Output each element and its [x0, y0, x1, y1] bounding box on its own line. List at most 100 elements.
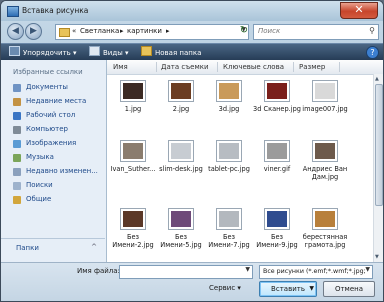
file-item[interactable]: Без Имени-2.jpg	[107, 206, 159, 262]
breadcrumb-separator[interactable]: ▸	[166, 27, 170, 35]
breadcrumb-overflow[interactable]: «	[72, 27, 76, 35]
column-size[interactable]: Размер	[299, 63, 325, 71]
column-divider[interactable]	[293, 62, 294, 72]
breadcrumb-separator[interactable]: ▸	[120, 27, 124, 35]
organize-icon	[9, 46, 20, 56]
file-item[interactable]: Без Имени-9.jpg	[251, 206, 303, 262]
filename-input[interactable]: ▼	[119, 265, 253, 279]
back-button[interactable]: ◀	[7, 23, 24, 40]
insert-button[interactable]: Вставить ▼	[259, 281, 317, 297]
column-name[interactable]: Имя	[113, 63, 128, 71]
column-header-row: Имя Дата съемки Ключевые слова Размер	[107, 60, 383, 75]
filetype-value: Все рисунки (*.emf;*.wmf;*.jpg;	[263, 268, 366, 275]
file-name: viner.gif	[263, 165, 291, 173]
chevron-down-icon: ▾	[237, 284, 241, 292]
column-keywords[interactable]: Ключевые слова	[223, 63, 284, 71]
sidebar-item-recent-places[interactable]: Недавние места	[1, 96, 105, 108]
sidebar-item-label: Музыка	[26, 153, 54, 161]
file-item[interactable]: slim-desk.jpg	[155, 138, 207, 198]
file-name: 3d.jpg	[218, 105, 240, 113]
file-item[interactable]: 2.jpg	[155, 78, 207, 138]
file-item[interactable]: Без Имени-5.jpg	[155, 206, 207, 262]
recently-changed-icon	[13, 168, 21, 176]
thumbnail-picture	[219, 211, 239, 227]
address-bar[interactable]: « Светланка ▸ картинки ▸ ▼	[55, 24, 249, 40]
filetype-select[interactable]: Все рисунки (*.emf;*.wmf;*.jpg; ▼	[259, 265, 373, 279]
tools-menu-button[interactable]: Сервис ▾	[209, 284, 241, 292]
sidebar-item-pictures[interactable]: Изображения	[1, 138, 105, 150]
favorites-header: Избранные ссылки	[13, 68, 83, 76]
thumbnail-picture	[219, 143, 239, 159]
breadcrumb-svetlanka[interactable]: Светланка	[80, 27, 119, 35]
chevron-down-icon[interactable]: ▼	[309, 282, 314, 296]
sidebar-item-public[interactable]: Общие	[1, 194, 105, 206]
navigation-pane: Избранные ссылки Документы Недавние мест…	[1, 60, 107, 262]
file-item[interactable]: tablet-pc.jpg	[203, 138, 255, 198]
file-name: Без Имени-7.jpg	[208, 233, 250, 249]
close-button[interactable]: ✕	[340, 2, 378, 19]
column-divider[interactable]	[339, 62, 340, 72]
public-icon	[13, 196, 21, 204]
file-item[interactable]: Ivan_Suther...	[107, 138, 159, 198]
organize-label: Упорядочить	[23, 49, 71, 57]
sidebar-item-searches[interactable]: Поиски	[1, 180, 105, 192]
file-item[interactable]: 3d.jpg	[203, 78, 255, 138]
file-name: image007.jpg	[302, 105, 348, 113]
thumbnail-picture	[171, 211, 191, 227]
forward-button[interactable]: ▶	[25, 23, 42, 40]
title-bar: Вставка рисунка ✕	[1, 1, 383, 21]
new-folder-button[interactable]: Новая папка	[141, 46, 201, 59]
image-thumbnail	[264, 208, 290, 230]
folders-label: Папки	[16, 244, 39, 252]
scroll-up-icon[interactable]: ▲	[375, 76, 379, 82]
cancel-button[interactable]: Отмена	[323, 281, 375, 297]
views-button[interactable]: Виды ▾	[89, 46, 128, 59]
chevron-down-icon[interactable]: ▼	[365, 266, 370, 273]
filename-label: Имя файла:	[77, 267, 120, 275]
file-name: Без Имени-2.jpg	[112, 233, 154, 249]
image-thumbnail	[312, 140, 338, 162]
sidebar-item-documents[interactable]: Документы	[1, 82, 105, 94]
sidebar-item-label: Компьютер	[26, 125, 68, 133]
column-date-taken[interactable]: Дата съемки	[161, 63, 209, 71]
sidebar-item-label: Поиски	[26, 181, 53, 189]
refresh-icon[interactable]: ↻	[237, 24, 251, 38]
thumbnail-picture	[171, 143, 191, 159]
sidebar-item-label: Недавние места	[26, 97, 87, 105]
scroll-down-icon[interactable]: ▼	[375, 254, 379, 260]
sidebar-item-computer[interactable]: Компьютер	[1, 124, 105, 136]
help-icon[interactable]: ?	[366, 46, 379, 59]
search-input[interactable]: Поиск ⚲	[253, 24, 379, 40]
column-divider[interactable]	[217, 62, 218, 72]
file-item[interactable]: 3d Сканер.jpg	[251, 78, 303, 138]
file-name: берестянная грамота.jpg	[302, 233, 348, 249]
sidebar-item-music[interactable]: Музыка	[1, 152, 105, 164]
views-icon	[89, 46, 100, 56]
file-name: Без Имени-5.jpg	[160, 233, 202, 249]
thumbnail-picture	[267, 143, 287, 159]
sidebar-item-desktop[interactable]: Рабочий стол	[1, 110, 105, 122]
breadcrumb-kartinki[interactable]: картинки	[127, 27, 162, 35]
folder-icon	[59, 28, 70, 37]
folders-toggle[interactable]: Папки ^	[1, 238, 105, 261]
image-thumbnail	[216, 140, 242, 162]
file-item[interactable]: viner.gif	[251, 138, 303, 198]
file-item[interactable]: image007.jpg	[299, 78, 351, 138]
file-item[interactable]: Андриес Ван Дам.jpg	[299, 138, 351, 198]
computer-icon	[13, 126, 21, 134]
thumbnail-picture	[315, 83, 335, 99]
file-item[interactable]: 1.jpg	[107, 78, 159, 138]
chevron-down-icon[interactable]: ▼	[245, 266, 250, 273]
scrollbar-thumb[interactable]	[375, 84, 383, 206]
sidebar-item-recently-changed[interactable]: Недавно изменен...	[1, 166, 105, 178]
file-name: slim-desk.jpg	[159, 165, 203, 173]
column-divider[interactable]	[156, 62, 157, 72]
sidebar-item-label: Недавно изменен...	[26, 167, 98, 175]
file-item[interactable]: берестянная грамота.jpg	[299, 206, 351, 262]
vertical-scrollbar[interactable]: ▲ ▼	[373, 74, 383, 262]
search-placeholder: Поиск	[258, 27, 281, 35]
thumbnail-picture	[267, 83, 287, 99]
file-item[interactable]: Без Имени-7.jpg	[203, 206, 255, 262]
views-label: Виды	[103, 49, 123, 57]
organize-button[interactable]: Упорядочить ▾	[9, 46, 77, 59]
